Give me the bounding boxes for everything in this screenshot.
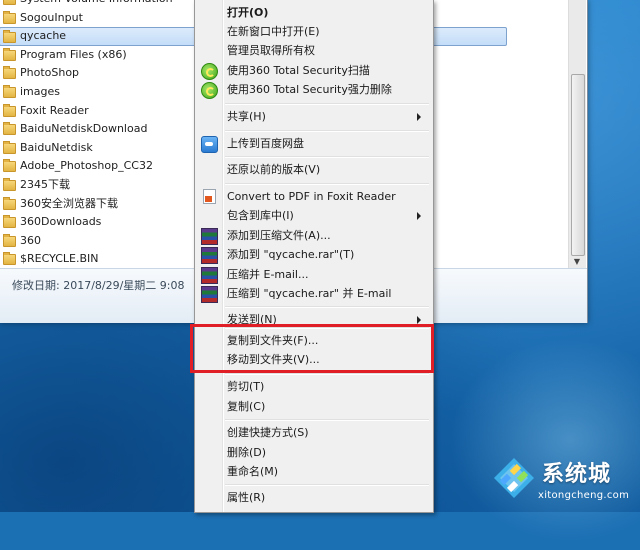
menu-item[interactable]: 共享(H): [197, 107, 429, 126]
folder-icon: [3, 252, 16, 266]
vertical-scrollbar[interactable]: ▼: [568, 0, 586, 300]
menu-item-label: 打开(O): [227, 6, 269, 19]
file-name: PhotoShop: [20, 66, 80, 80]
menu-item[interactable]: 删除(D): [197, 443, 429, 462]
file-name: SogouInput: [20, 10, 83, 24]
folder-icon: [3, 10, 16, 24]
foxit-pdf-icon: [203, 189, 216, 204]
menu-item-label: 重命名(M): [227, 465, 279, 478]
360-icon: [201, 63, 218, 80]
menu-separator: [225, 130, 429, 132]
360-icon: [201, 82, 218, 99]
menu-item-label: Convert to PDF in Foxit Reader: [227, 190, 396, 203]
menu-item[interactable]: 在新窗口中打开(E): [197, 22, 429, 41]
menu-item-label: 还原以前的版本(V): [227, 163, 321, 176]
menu-item-label: 添加到压缩文件(A)...: [227, 229, 331, 242]
file-name: 2345下载: [20, 177, 70, 191]
menu-separator: [225, 484, 429, 486]
file-name: 360: [20, 233, 41, 247]
folder-icon: [3, 30, 16, 44]
watermark-title: 系统城: [542, 462, 612, 487]
menu-item[interactable]: 包含到库中(I): [197, 206, 429, 225]
folder-icon: [3, 122, 16, 136]
menu-item-label: 删除(D): [227, 446, 267, 459]
winrar-icon: [201, 267, 218, 284]
menu-item[interactable]: 上传到百度网盘: [197, 134, 429, 153]
menu-item[interactable]: 还原以前的版本(V): [197, 160, 429, 179]
file-name: 360安全浏览器下载: [20, 196, 118, 210]
menu-item[interactable]: Convert to PDF in Foxit Reader: [197, 187, 429, 206]
submenu-arrow-icon: [417, 113, 421, 121]
file-name: qycache: [20, 29, 67, 43]
folder-icon: [3, 84, 16, 98]
winrar-icon: [201, 286, 218, 303]
scrollbar-thumb[interactable]: [571, 74, 585, 256]
file-name: BaiduNetdiskDownload: [20, 122, 148, 136]
folder-icon: [3, 215, 16, 229]
folder-icon: [3, 47, 16, 61]
folder-icon: [3, 233, 16, 247]
menu-item[interactable]: 复制(C): [197, 397, 429, 416]
menu-item-label: 共享(H): [227, 110, 266, 123]
watermark: 系统城 xitongcheng.com: [488, 452, 638, 512]
menu-item-label: 管理员取得所有权: [227, 44, 315, 57]
file-name: Foxit Reader: [20, 103, 89, 117]
folder-icon: [3, 159, 16, 173]
folder-icon: [3, 140, 16, 154]
menu-item-label: 在新窗口中打开(E): [227, 25, 320, 38]
folder-icon: [3, 103, 16, 117]
file-name: $RECYCLE.BIN: [20, 252, 99, 266]
menu-separator: [225, 103, 429, 105]
file-name: Adobe_Photoshop_CC32: [20, 159, 153, 173]
menu-item[interactable]: 创建快捷方式(S): [197, 423, 429, 442]
menu-separator: [225, 306, 429, 308]
submenu-arrow-icon: [417, 212, 421, 220]
baidu-netdisk-icon: [201, 136, 218, 153]
file-name: images: [20, 84, 60, 98]
menu-item-label: 属性(R): [227, 491, 266, 504]
status-modified-date: 修改日期: 2017/8/29/星期二 9:08: [12, 279, 185, 292]
menu-item[interactable]: 管理员取得所有权: [197, 41, 429, 60]
menu-item[interactable]: 打开(O): [197, 3, 429, 22]
menu-item[interactable]: 添加到 "qycache.rar"(T): [197, 245, 429, 264]
menu-item[interactable]: 使用360 Total Security强力删除: [197, 80, 429, 99]
context-menu: 打开(O) 在新窗口中打开(E) 管理员取得所有权使用360 Total Secur…: [194, 0, 434, 513]
menu-item-label: 使用360 Total Security强力删除: [227, 83, 392, 96]
menu-item-label: 压缩到 "qycache.rar" 并 E-mail: [227, 287, 392, 300]
folder-icon: [3, 66, 16, 80]
xitongcheng-logo-icon: [494, 458, 534, 498]
menu-item-label: 包含到库中(I): [227, 209, 294, 222]
menu-separator: [225, 183, 429, 185]
menu-item-label: 添加到 "qycache.rar"(T): [227, 248, 355, 261]
menu-item[interactable]: 属性(R): [197, 488, 429, 507]
folder-icon: [3, 177, 16, 191]
file-name: 360Downloads: [20, 215, 102, 229]
menu-separator: [225, 419, 429, 421]
menu-item[interactable]: 压缩并 E-mail...: [197, 265, 429, 284]
menu-item[interactable]: 压缩到 "qycache.rar" 并 E-mail: [197, 284, 429, 303]
menu-item-label: 压缩并 E-mail...: [227, 268, 309, 281]
menu-item-label: 复制(C): [227, 400, 266, 413]
menu-separator: [225, 156, 429, 158]
submenu-arrow-icon: [417, 316, 421, 324]
file-name: BaiduNetdisk: [20, 140, 93, 154]
menu-item[interactable]: 重命名(M): [197, 462, 429, 481]
menu-item[interactable]: 添加到压缩文件(A)...: [197, 226, 429, 245]
menu-item-label: 剪切(T): [227, 380, 265, 393]
scroll-down-arrow-icon[interactable]: ▼: [571, 256, 583, 268]
menu-item-label: 创建快捷方式(S): [227, 426, 309, 439]
menu-item[interactable]: 剪切(T): [197, 377, 429, 396]
winrar-icon: [201, 228, 218, 245]
menu-separator: [225, 373, 429, 375]
folder-icon: [3, 196, 16, 210]
menu-item-label: 上传到百度网盘: [227, 137, 304, 150]
menu-item-label: 使用360 Total Security扫描: [227, 64, 370, 77]
red-highlight-box: [190, 324, 434, 373]
folder-icon: [3, 0, 16, 5]
watermark-url: xitongcheng.com: [538, 490, 630, 501]
winrar-icon: [201, 247, 218, 264]
file-name: Program Files (x86): [20, 47, 127, 61]
menu-item[interactable]: 使用360 Total Security扫描: [197, 61, 429, 80]
file-name: System Volume Information: [20, 0, 173, 5]
